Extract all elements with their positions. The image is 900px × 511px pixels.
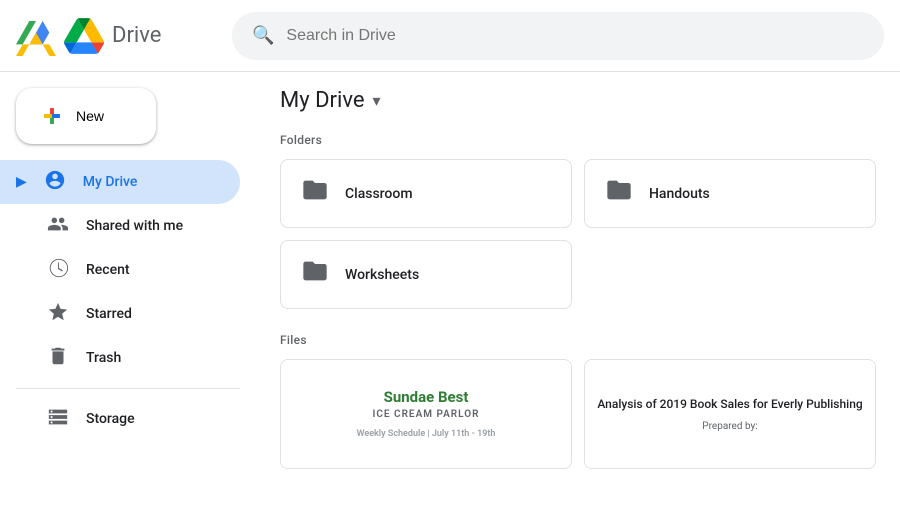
file-card-analysis[interactable]: Analysis of 2019 Book Sales for Everly P… xyxy=(584,359,876,469)
file-preview-text-analysis: Analysis of 2019 Book Sales for Everly P… xyxy=(593,391,866,438)
trash-icon xyxy=(46,345,70,372)
folder-name-worksheets: Worksheets xyxy=(345,267,419,283)
recent-icon xyxy=(46,257,70,284)
files-grid: Sundae Best ICE CREAM PARLOR Weekly Sche… xyxy=(280,359,876,469)
file-preview-analysis: Analysis of 2019 Book Sales for Everly P… xyxy=(585,360,875,468)
search-icon: 🔍 xyxy=(252,25,274,46)
search-bar[interactable]: 🔍 xyxy=(232,12,884,60)
starred-icon xyxy=(46,301,70,328)
drive-logo-icon xyxy=(16,16,56,56)
folder-card-worksheets[interactable]: Worksheets xyxy=(280,240,572,309)
sidebar-my-drive-label: My Drive xyxy=(83,174,138,190)
search-input[interactable] xyxy=(286,27,864,45)
file-title-sundae: Sundae Best xyxy=(357,387,496,408)
header: Drive 🔍 xyxy=(0,0,900,72)
my-drive-icon xyxy=(43,169,67,196)
folder-card-handouts[interactable]: Handouts xyxy=(584,159,876,228)
file-preview-text-sundae: Sundae Best ICE CREAM PARLOR Weekly Sche… xyxy=(357,387,496,441)
sidebar-item-storage[interactable]: Storage xyxy=(0,397,240,441)
folders-section-label: Folders xyxy=(280,133,876,147)
main-layout: New ▶ My Drive Shared with me Recent xyxy=(0,72,900,511)
logo-area: Drive xyxy=(16,16,216,56)
plus-icon xyxy=(40,104,64,128)
file-card-sundae[interactable]: Sundae Best ICE CREAM PARLOR Weekly Sche… xyxy=(280,359,572,469)
new-button-label: New xyxy=(76,108,104,124)
sidebar-item-my-drive[interactable]: ▶ My Drive xyxy=(0,160,240,204)
sidebar-item-starred[interactable]: Starred xyxy=(0,292,240,336)
file-title-analysis: Analysis of 2019 Book Sales for Everly P… xyxy=(597,395,862,413)
content-title-area: My Drive ▾ xyxy=(280,88,876,113)
title-dropdown-icon[interactable]: ▾ xyxy=(373,91,381,110)
folder-icon-handouts xyxy=(605,176,633,211)
folder-icon-classroom xyxy=(301,176,329,211)
google-drive-icon xyxy=(64,16,104,56)
file-subtitle-analysis: Prepared by: xyxy=(597,419,862,434)
folders-grid: Classroom Handouts Worksheets xyxy=(280,159,876,309)
sidebar: New ▶ My Drive Shared with me Recent xyxy=(0,72,256,511)
new-button[interactable]: New xyxy=(16,88,156,144)
folders-section: Folders Classroom Handouts xyxy=(280,133,876,309)
plus-multicolor-icon xyxy=(40,104,64,128)
folder-name-handouts: Handouts xyxy=(649,186,710,202)
storage-icon xyxy=(46,406,70,433)
file-subtitle-sundae: ICE CREAM PARLOR xyxy=(357,408,496,422)
expand-arrow-icon: ▶ xyxy=(16,174,27,190)
files-section-label: Files xyxy=(280,333,876,347)
file-desc-sundae: Weekly Schedule | July 11th - 19th xyxy=(357,428,496,441)
app-title: Drive xyxy=(112,23,161,48)
sidebar-recent-label: Recent xyxy=(86,262,130,278)
sidebar-storage-label: Storage xyxy=(86,411,135,427)
folder-name-classroom: Classroom xyxy=(345,186,413,202)
sidebar-item-recent[interactable]: Recent xyxy=(0,248,240,292)
sidebar-starred-label: Starred xyxy=(86,306,132,322)
sidebar-item-shared[interactable]: Shared with me xyxy=(0,204,240,248)
folder-icon-worksheets xyxy=(301,257,329,292)
file-preview-sundae: Sundae Best ICE CREAM PARLOR Weekly Sche… xyxy=(281,360,571,468)
page-title: My Drive xyxy=(280,88,365,113)
folder-card-classroom[interactable]: Classroom xyxy=(280,159,572,228)
sidebar-trash-label: Trash xyxy=(86,350,121,366)
sidebar-divider xyxy=(16,388,240,389)
sidebar-shared-label: Shared with me xyxy=(86,218,183,234)
shared-icon xyxy=(46,213,70,240)
content-area: My Drive ▾ Folders Classroom Handouts xyxy=(256,72,900,511)
sidebar-item-trash[interactable]: Trash xyxy=(0,336,240,380)
files-section: Files Sundae Best ICE CREAM PARLOR Weekl… xyxy=(280,333,876,469)
